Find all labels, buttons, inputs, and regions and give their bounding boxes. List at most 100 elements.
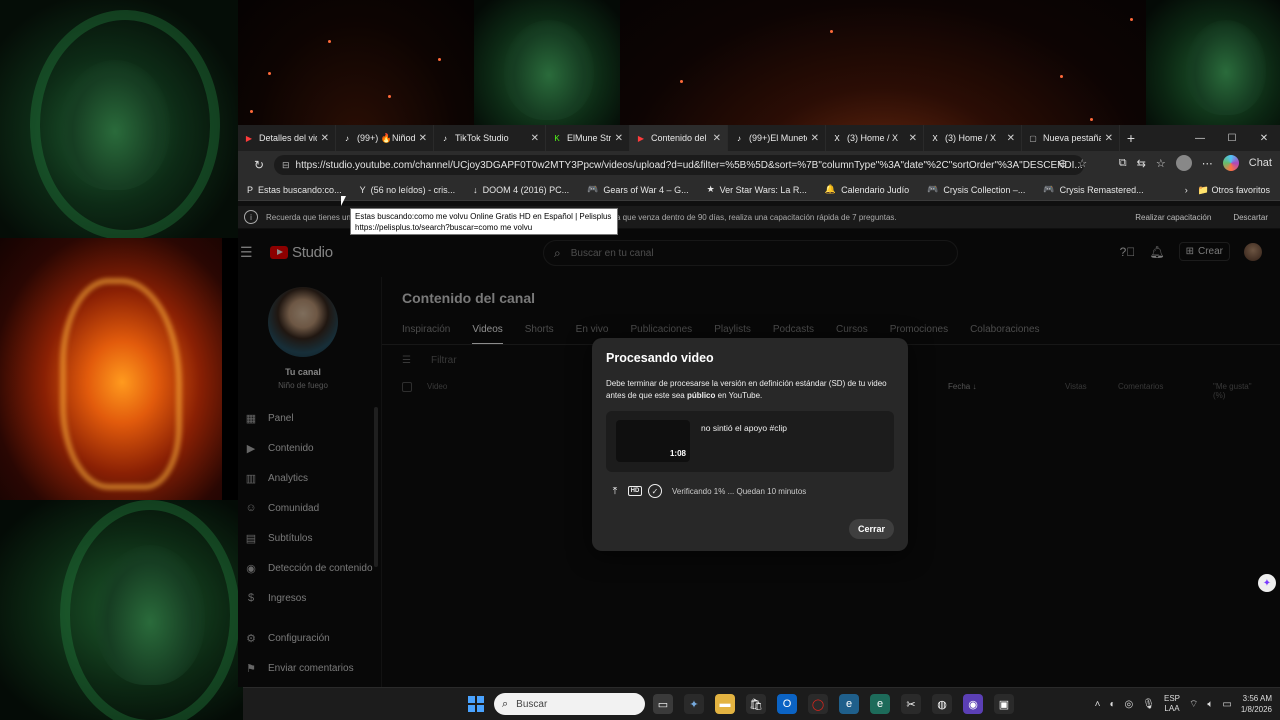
sidebar-item-detection[interactable]: ◉ Detección de contenido	[238, 553, 378, 583]
select-all-checkbox[interactable]	[402, 382, 412, 392]
store-icon[interactable]: 🛍︎	[746, 694, 766, 714]
sync-icon[interactable]: ⇆	[1137, 157, 1146, 170]
sidebar-item-community[interactable]: ☺ Comunidad	[238, 493, 378, 523]
content-tab[interactable]: Colaboraciones	[970, 324, 1040, 345]
chevron-up-icon[interactable]: ˄	[1095, 699, 1101, 710]
opera-icon[interactable]: ◯	[808, 694, 828, 714]
taskbar-search-input[interactable]: ⌕ Buscar	[494, 693, 645, 715]
sidebar-item-analytics[interactable]: ▥ Analytics	[238, 463, 378, 493]
chevron-right-icon[interactable]: ›	[1185, 185, 1188, 195]
close-tab-icon[interactable]: ✕	[811, 133, 819, 144]
maximize-icon[interactable]: ☐	[1216, 133, 1248, 144]
bookmark-item[interactable]: Y (56 no leídos) - cris...	[351, 185, 465, 195]
content-tab[interactable]: Shorts	[525, 324, 554, 345]
browser-tab[interactable]: X (3) Home / X ✕	[826, 125, 924, 151]
browser-tab[interactable]: ▢ Nueva pestaña ✕	[1022, 125, 1120, 151]
webcam-panel-top-right	[1146, 0, 1280, 125]
new-tab-button[interactable]: +	[1120, 130, 1142, 146]
hamburger-menu-icon[interactable]: ☰	[240, 244, 253, 261]
close-window-icon[interactable]: ✕	[1248, 133, 1280, 144]
infobar-text-continued: a que venza dentro de 90 días, realiza u…	[616, 212, 897, 222]
reload-icon[interactable]: ↻	[248, 158, 270, 172]
wifi-icon[interactable]: ⌔	[1189, 698, 1198, 711]
sidebar-item-content[interactable]: ▶ Contenido	[238, 433, 378, 463]
dismiss-button[interactable]: Descartar	[1233, 213, 1268, 222]
studio-logo[interactable]: Studio	[270, 244, 333, 261]
bookmark-item[interactable]: 🔔 Calendario Judío	[816, 184, 918, 195]
language-indicator[interactable]: ESP LAA	[1164, 694, 1180, 714]
sidebar-item-earnings[interactable]: $ Ingresos	[238, 583, 378, 613]
channel-search-input[interactable]: ⌕ Buscar en tu canal	[543, 240, 958, 266]
close-tab-icon[interactable]: ✕	[531, 133, 539, 144]
tray-app-icon[interactable]: ◐	[1110, 699, 1116, 710]
copilot-taskbar-icon[interactable]: ✦	[684, 694, 704, 714]
close-tab-icon[interactable]: ✕	[909, 133, 917, 144]
sidebar-scrollbar[interactable]	[374, 407, 378, 567]
task-view-icon[interactable]: ▭	[653, 694, 673, 714]
windows-start-icon[interactable]	[468, 696, 484, 712]
profile-icon[interactable]	[1175, 155, 1192, 171]
chrome-icon[interactable]: ◍	[932, 694, 952, 714]
help-icon[interactable]: ?⃝	[1120, 245, 1136, 259]
create-button[interactable]: ⊞ Crear	[1178, 242, 1230, 261]
kick-icon: K	[554, 133, 560, 143]
chat-button[interactable]: Chat	[1249, 157, 1272, 169]
browser-tab[interactable]: ▶ Contenido del c ✕	[630, 125, 728, 151]
take-training-button[interactable]: Realizar capacitación	[1135, 213, 1211, 222]
close-tab-icon[interactable]: ✕	[1105, 133, 1113, 144]
sidebar-item-feedback[interactable]: ⚑ Enviar comentarios	[238, 653, 378, 683]
bookmark-item[interactable]: 🎮 Crysis Remastered...	[1034, 184, 1152, 195]
close-tab-icon[interactable]: ✕	[419, 133, 427, 144]
bookmark-item[interactable]: ↓ DOOM 4 (2016) PC...	[464, 185, 578, 195]
browser-tab[interactable]: K ElMune Str ✕	[546, 125, 630, 151]
close-tab-icon[interactable]: ✕	[1007, 133, 1015, 144]
browser-tab[interactable]: ▶ Detalles del vide ✕	[238, 125, 336, 151]
favorites-icon[interactable]: ☆	[1156, 157, 1166, 170]
channel-avatar[interactable]	[268, 287, 338, 357]
browser-tab[interactable]: ♪ (99+)El Muneto ✕	[728, 125, 826, 151]
col-date[interactable]: Fecha ↓	[948, 382, 976, 391]
content-tab[interactable]: Videos	[472, 324, 503, 345]
other-favorites[interactable]: 📁 Otros favoritos	[1198, 185, 1270, 196]
filter-bar[interactable]: ☰ Filtrar	[402, 355, 457, 366]
file-explorer-icon[interactable]: ▬	[715, 694, 735, 714]
favorite-star-icon[interactable]: ☆	[1077, 157, 1087, 170]
browser-tab[interactable]: ♪ (99+) 🔥Niñode ✕	[336, 125, 434, 151]
bookmark-item[interactable]: P Estas buscando:co...	[238, 185, 351, 195]
bookmark-item[interactable]: 🎮 Gears of War 4 – G...	[578, 184, 697, 195]
battery-icon[interactable]: ▭	[1222, 699, 1231, 710]
outlook-icon[interactable]: O	[777, 694, 797, 714]
bookmark-item[interactable]: 🎮 Crysis Collection –...	[918, 184, 1034, 195]
minimize-icon[interactable]: —	[1184, 133, 1216, 144]
bookmark-item[interactable]: ★ Ver Star Wars: La R...	[698, 184, 816, 195]
streaming-app-icon[interactable]: ◉	[963, 694, 983, 714]
bell-icon[interactable]: 🔔︎	[1149, 245, 1164, 259]
extensions-icon[interactable]: ⧉	[1119, 157, 1127, 170]
close-tab-icon[interactable]: ✕	[321, 133, 329, 144]
browser-tab[interactable]: X (3) Home / X ✕	[924, 125, 1022, 151]
close-button[interactable]: Cerrar	[848, 519, 894, 539]
sidebar-item-dashboard[interactable]: ▦ Panel	[238, 403, 378, 433]
clock[interactable]: 3:56 AM 1/8/2026	[1241, 693, 1272, 715]
browser-tab[interactable]: ♪ TikTok Studio ✕	[434, 125, 546, 151]
app-window-icon[interactable]: ▣	[994, 694, 1014, 714]
content-tab[interactable]: Inspiración	[402, 324, 450, 345]
sidebar-item-settings[interactable]: ⚙ Configuración	[238, 623, 378, 653]
assistant-icon[interactable]: ✦	[1258, 574, 1276, 592]
sidebar-item-subtitles[interactable]: ▤ Subtítulos	[238, 523, 378, 553]
account-avatar[interactable]	[1244, 242, 1262, 261]
close-tab-icon[interactable]: ✕	[713, 133, 721, 144]
webcam-panel-bottom-left	[0, 500, 243, 720]
tray-app2-icon[interactable]: ◎	[1125, 699, 1134, 710]
capcut-icon[interactable]: ✂	[901, 694, 921, 714]
volume-icon[interactable]: 🔈︎	[1207, 699, 1213, 710]
close-tab-icon[interactable]: ✕	[615, 133, 623, 144]
site-info-icon[interactable]: ⊟	[282, 160, 290, 171]
more-menu-icon[interactable]: ⋯	[1202, 157, 1213, 170]
zoom-icon[interactable]: ⊖	[1058, 157, 1067, 170]
copilot-icon[interactable]	[1222, 155, 1239, 171]
edge-icon[interactable]: e	[839, 694, 859, 714]
microphone-icon[interactable]: 🎙︎	[1142, 699, 1155, 710]
edge-beta-icon[interactable]: e	[870, 694, 890, 714]
url-field[interactable]: ⊟ https://studio.youtube.com/channel/UCj…	[274, 155, 1084, 175]
